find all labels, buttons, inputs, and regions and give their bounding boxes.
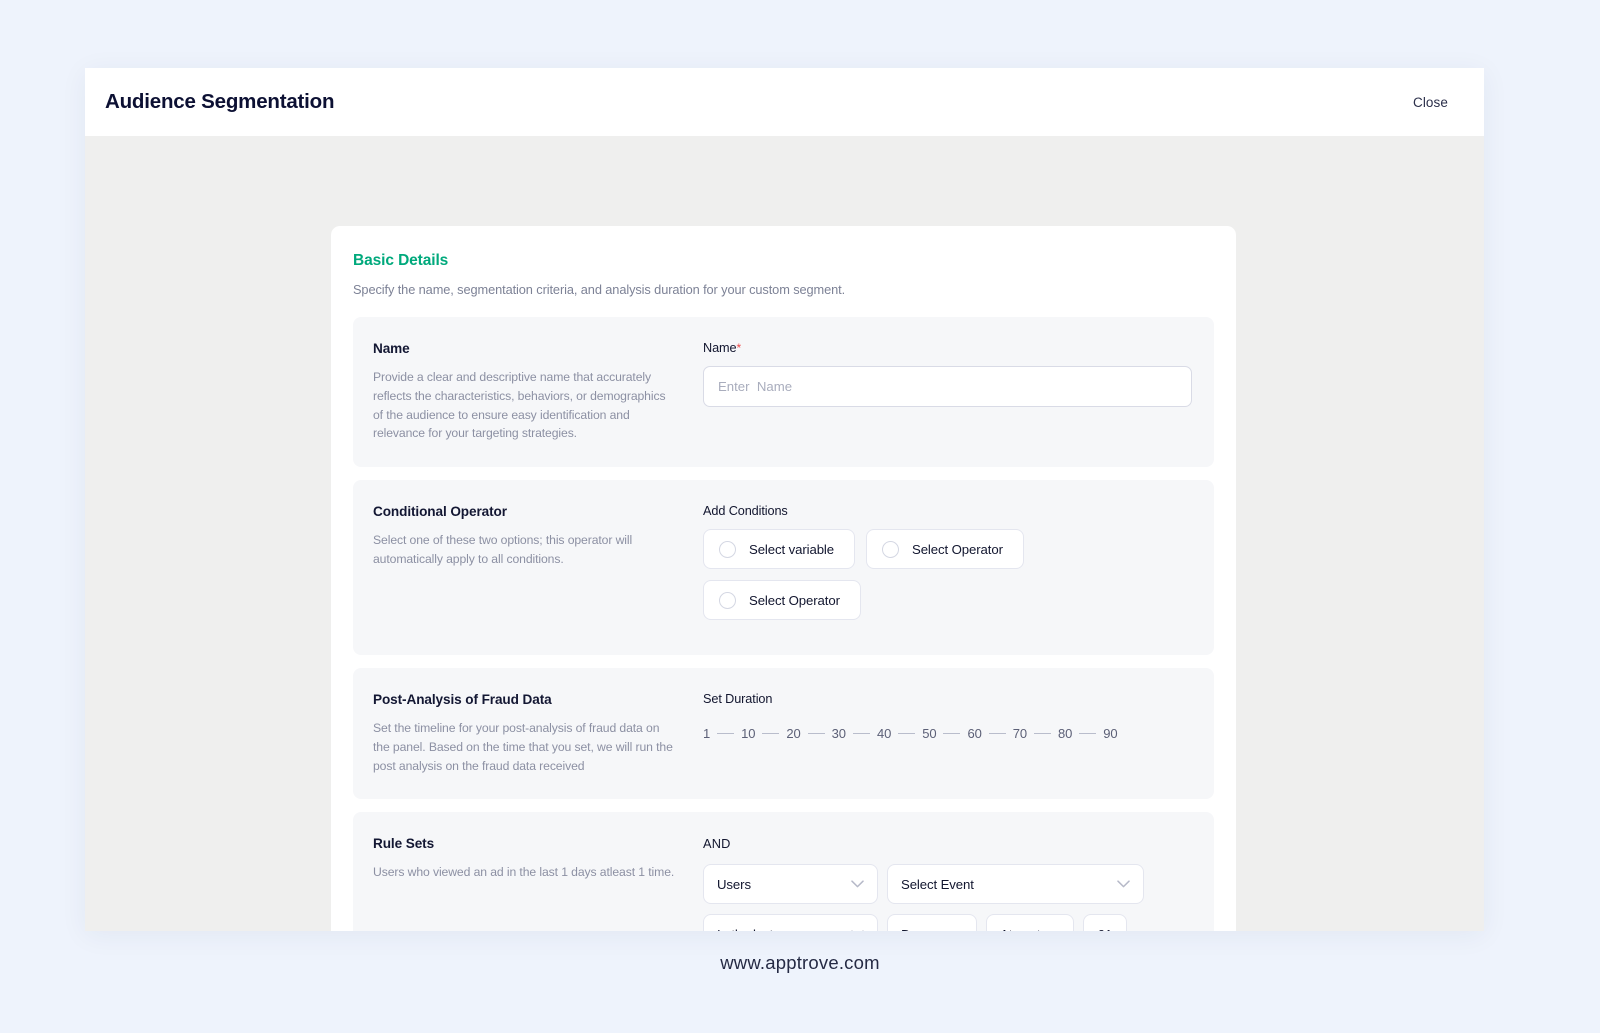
comparator-select-value: Atmost: [1000, 927, 1041, 931]
required-asterisk: *: [736, 341, 742, 355]
section-rule-sets-info: Rule Sets Users who viewed an ad in the …: [373, 836, 703, 931]
duration-tick[interactable]: 10: [741, 726, 755, 741]
add-conditions-label: Add Conditions: [703, 504, 788, 519]
card-subheading: Specify the name, segmentation criteria,…: [353, 282, 846, 297]
section-title: Name: [373, 341, 410, 356]
rule-row-2: In the last Day Atmost: [703, 914, 1192, 931]
section-description: Provide a clear and descriptive name tha…: [373, 370, 666, 441]
condition-option-select-variable[interactable]: Select variable: [703, 529, 855, 570]
unit-select[interactable]: Day: [887, 914, 977, 931]
duration-tick[interactable]: 30: [832, 726, 846, 741]
section-description: Select one of these two options; this op…: [373, 533, 633, 566]
event-select[interactable]: Select Event: [887, 864, 1144, 905]
slider-dash-icon: [852, 732, 870, 735]
section-post-analysis-info: Post-Analysis of Fraud Data Set the time…: [373, 692, 703, 775]
condition-option-row-1: Select variable Select Operator: [703, 529, 1192, 570]
card-heading: Basic Details: [353, 252, 449, 269]
logical-operator-label: AND: [703, 836, 731, 852]
rule-row-1: Users Select Event: [703, 864, 1192, 905]
duration-tick[interactable]: 80: [1058, 726, 1072, 741]
section-rule-sets-controls: AND Users Select Event: [703, 836, 1192, 931]
duration-tick[interactable]: 60: [967, 726, 981, 741]
event-select-value: Select Event: [901, 876, 974, 892]
page-title: Audience Segmentation: [105, 90, 335, 113]
section-title: Rule Sets: [373, 836, 435, 852]
duration-tick[interactable]: 90: [1103, 726, 1117, 741]
radio-icon: [719, 591, 736, 609]
section-title: Post-Analysis of Fraud Data: [373, 692, 552, 708]
section-post-analysis-controls: Set Duration 1 10 20 30 40 50 60 70 80 9…: [703, 692, 1192, 775]
close-button[interactable]: Close: [1413, 95, 1448, 110]
basic-details-card: Basic Details Specify the name, segmenta…: [331, 226, 1236, 931]
modal-header: Audience Segmentation Close: [85, 68, 1484, 136]
slider-dash-icon: [898, 732, 916, 735]
radio-icon: [719, 540, 736, 558]
name-field-label: Name*: [703, 341, 1192, 355]
audience-select[interactable]: Users: [703, 864, 878, 905]
chevron-down-icon: [1117, 880, 1130, 888]
slider-dash-icon: [1034, 732, 1051, 735]
count-input-value: 01: [1098, 927, 1113, 931]
duration-tick[interactable]: 40: [877, 726, 891, 741]
condition-option-label: Select variable: [749, 541, 834, 557]
duration-tick[interactable]: 50: [922, 726, 936, 741]
duration-tick[interactable]: 20: [786, 726, 800, 741]
section-title: Conditional Operator: [373, 504, 507, 520]
duration-tick[interactable]: 1: [703, 726, 710, 741]
comparator-select[interactable]: Atmost: [986, 914, 1074, 931]
slider-dash-icon: [943, 732, 961, 735]
section-description: Set the timeline for your post-analysis …: [373, 721, 673, 773]
set-duration-label: Set Duration: [703, 692, 773, 707]
condition-option-label: Select Operator: [749, 592, 840, 608]
section-conditional-operator: Conditional Operator Select one of these…: [353, 480, 1214, 656]
name-field-label-text: Name: [703, 341, 737, 355]
chevron-down-icon: [851, 880, 864, 888]
audience-select-value: Users: [717, 876, 751, 892]
condition-option-select-operator-1[interactable]: Select Operator: [866, 529, 1024, 570]
count-input[interactable]: 01: [1083, 914, 1127, 931]
timeframe-select-value: In the last: [717, 927, 773, 931]
condition-option-label: Select Operator: [912, 541, 1003, 557]
slider-dash-icon: [1079, 732, 1097, 735]
section-name-controls: Name*: [703, 341, 1192, 443]
slider-dash-icon: [717, 732, 735, 735]
radio-icon: [882, 540, 899, 558]
section-conditional-operator-info: Conditional Operator Select one of these…: [373, 504, 703, 631]
slider-dash-icon: [988, 732, 1006, 735]
section-name-info: Name Provide a clear and descriptive nam…: [373, 341, 703, 443]
chevron-down-icon: [851, 930, 864, 931]
audience-segmentation-modal: Audience Segmentation Close Basic Detail…: [85, 68, 1484, 931]
modal-body: Basic Details Specify the name, segmenta…: [85, 136, 1484, 931]
site-url-footer: www.apptrove.com: [720, 952, 880, 973]
slider-dash-icon: [762, 732, 780, 735]
section-name: Name Provide a clear and descriptive nam…: [353, 317, 1214, 468]
timeframe-select[interactable]: In the last: [703, 914, 878, 931]
duration-slider[interactable]: 1 10 20 30 40 50 60 70 80 90: [703, 726, 1192, 741]
name-input[interactable]: [703, 366, 1192, 407]
section-rule-sets: Rule Sets Users who viewed an ad in the …: [353, 812, 1214, 931]
unit-select-value: Day: [901, 927, 924, 931]
section-conditional-operator-controls: Add Conditions Select variable Select Op…: [703, 504, 1192, 631]
condition-option-row-2: Select Operator: [703, 580, 1192, 621]
condition-option-select-operator-2[interactable]: Select Operator: [703, 580, 861, 621]
section-post-analysis: Post-Analysis of Fraud Data Set the time…: [353, 668, 1214, 800]
duration-tick[interactable]: 70: [1013, 726, 1027, 741]
section-description: Users who viewed an ad in the last 1 day…: [373, 865, 675, 880]
slider-dash-icon: [807, 732, 825, 735]
